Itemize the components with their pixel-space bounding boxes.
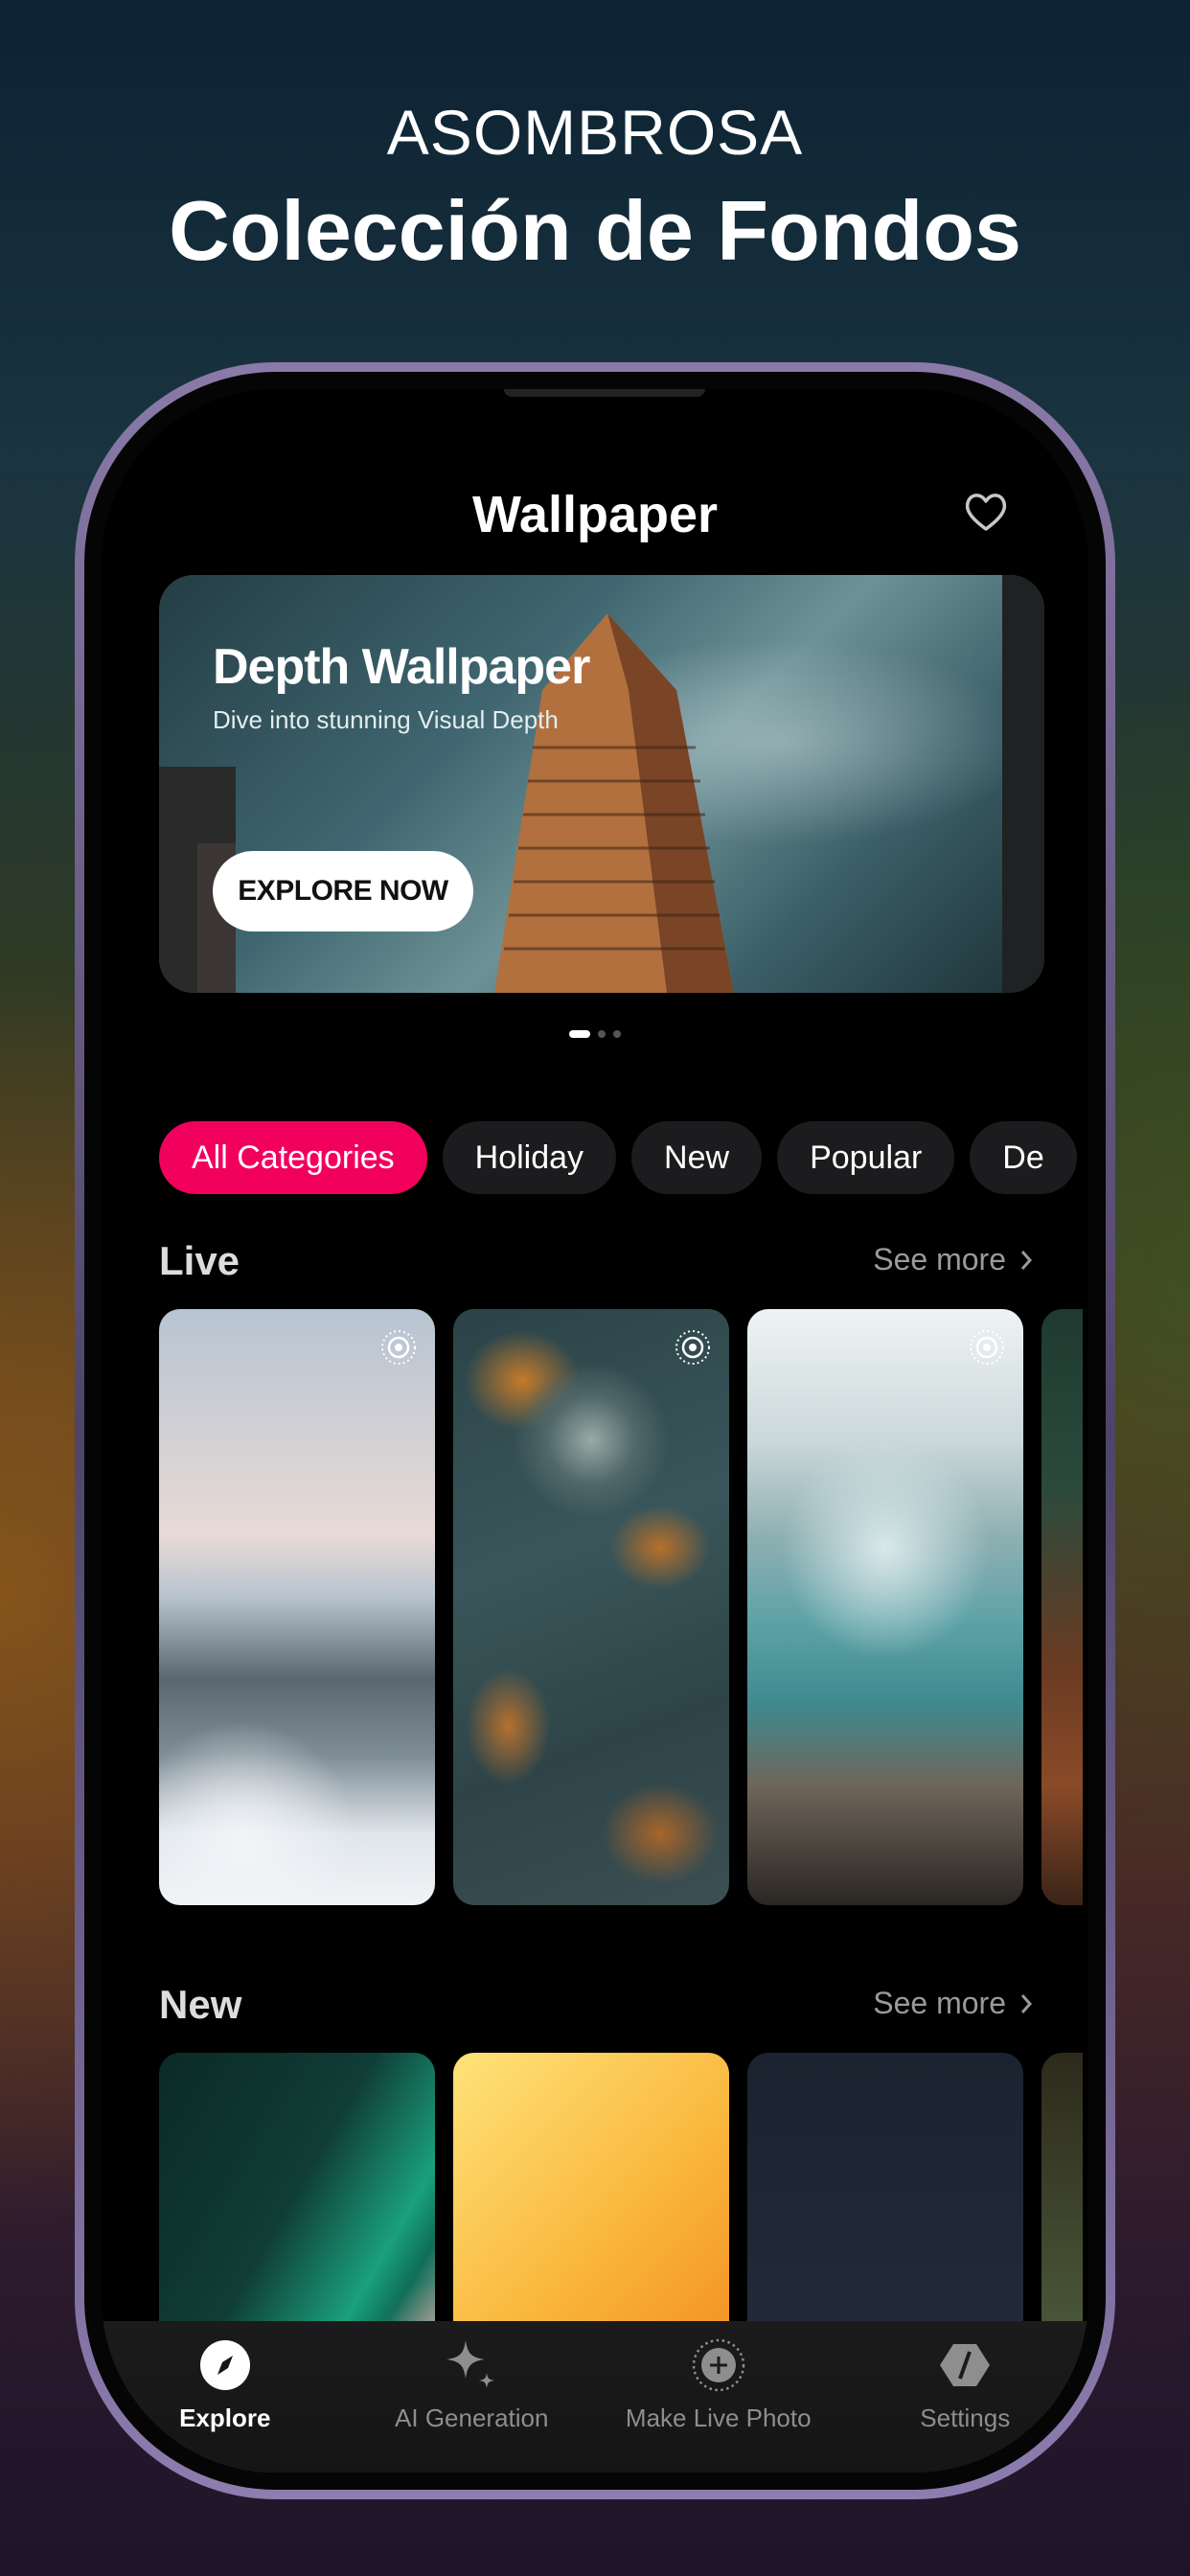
pagination-dot-1[interactable] [569,1030,590,1038]
section-title-new: New [159,1982,242,2027]
section-title-live: Live [159,1238,240,1283]
see-more-live[interactable]: See more [873,1242,1033,1277]
phone-frame: Wallpaper Depth Wallpaper Dive into stun… [75,362,1115,2499]
tab-ai-generation[interactable]: AI Generation [349,2321,596,2472]
live-photo-icon [675,1330,710,1365]
see-more-label: See more [873,1242,1006,1276]
tab-explore[interactable]: Explore [102,2321,349,2472]
tab-settings[interactable]: Settings [842,2321,1089,2472]
live-photo-icon [970,1330,1004,1365]
compass-icon [199,2340,250,2390]
heart-icon [965,494,1007,531]
chevron-right-icon [1020,1250,1033,1270]
chip-holiday[interactable]: Holiday [442,1121,617,1194]
tab-label: Make Live Photo [625,2404,812,2432]
tab-label: Settings [920,2404,1011,2432]
pagination-dot-2[interactable] [598,1030,606,1038]
live-wallpaper-card[interactable] [1041,1309,1083,1905]
banner-pagination[interactable] [102,1030,1088,1038]
live-photo-icon [381,1330,416,1365]
banner-title: Depth Wallpaper [213,639,590,695]
pagination-dot-3[interactable] [613,1030,621,1038]
chevron-right-icon [1020,1993,1033,2013]
tab-make-live-photo[interactable]: Make Live Photo [595,2321,842,2472]
live-wallpaper-card[interactable] [159,1309,435,1905]
featured-banner[interactable]: Depth Wallpaper Dive into stunning Visua… [159,575,1044,993]
notch [504,389,705,397]
page-title: Wallpaper [471,486,719,543]
bottom-tab-bar: Explore AI Generation Make Live Photo Se… [102,2321,1088,2472]
live-wallpaper-card[interactable] [747,1309,1023,1905]
phone-bezel: Wallpaper Depth Wallpaper Dive into stun… [84,372,1106,2490]
see-more-label: See more [873,1986,1006,2020]
chip-popular[interactable]: Popular [777,1121,955,1194]
chip-all-categories[interactable]: All Categories [159,1121,427,1194]
tab-label: AI Generation [395,2404,549,2432]
category-chips: All Categories Holiday New Popular De [159,1121,1083,1194]
banner-subtitle: Dive into stunning Visual Depth [213,705,559,734]
see-more-new[interactable]: See more [873,1986,1033,2021]
favorites-button[interactable] [959,485,1013,539]
hero-subtitle: ASOMBROSA [386,97,804,168]
tab-label: Explore [179,2404,271,2432]
explore-now-button[interactable]: EXPLORE NOW [213,851,473,932]
app-screen: Wallpaper Depth Wallpaper Dive into stun… [102,389,1088,2472]
live-wallpaper-card[interactable] [453,1309,729,1905]
sparkles-icon [446,2340,495,2388]
live-plus-icon [692,2338,744,2392]
chip-de[interactable]: De [970,1121,1077,1194]
hero-title: Colección de Fondos [169,183,1021,278]
hexagon-icon [940,2344,991,2386]
live-wallpapers-row [159,1309,1083,1905]
chip-new[interactable]: New [631,1121,763,1194]
